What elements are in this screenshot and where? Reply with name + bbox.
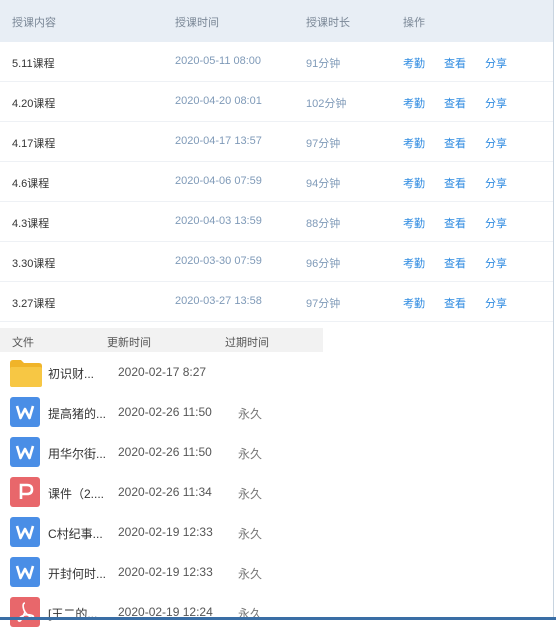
right-divider	[553, 0, 554, 620]
share-button[interactable]: 分享	[485, 215, 507, 231]
header-updated: 更新时间	[107, 337, 151, 349]
view-button[interactable]: 查看	[444, 95, 466, 111]
attendance-button[interactable]: 考勤	[403, 255, 425, 271]
file-name[interactable]: 用华尔街...	[48, 445, 106, 462]
share-button[interactable]: 分享	[485, 135, 507, 151]
pdf-doc-icon	[10, 597, 40, 627]
list-item[interactable]: [王二的... 2020-02-19 12:24 永久	[0, 592, 556, 632]
file-updated: 2020-02-19 12:33	[118, 525, 213, 539]
lesson-name: 4.20课程	[12, 98, 56, 110]
view-button[interactable]: 查看	[444, 295, 466, 311]
lesson-time: 2020-04-03 13:59	[175, 215, 262, 227]
word-doc-icon	[10, 557, 40, 587]
view-button[interactable]: 查看	[444, 175, 466, 191]
lesson-name: 5.11课程	[12, 58, 55, 70]
attendance-button[interactable]: 考勤	[403, 175, 425, 191]
lessons-table: 授课内容 授课时间 授课时长 操作 5.11课程 2020-05-11 08:00…	[0, 0, 553, 322]
table-row: 4.17课程 2020-04-17 13:57 97分钟 考勤 查看 分享	[0, 122, 553, 162]
lesson-duration: 97分钟	[306, 298, 341, 310]
share-button[interactable]: 分享	[485, 55, 507, 71]
header-file: 文件	[12, 337, 34, 349]
lesson-time: 2020-04-06 07:59	[175, 175, 262, 187]
table-row: 3.27课程 2020-03-27 13:58 97分钟 考勤 查看 分享	[0, 282, 553, 322]
attendance-button[interactable]: 考勤	[403, 95, 425, 111]
attendance-button[interactable]: 考勤	[403, 135, 425, 151]
share-button[interactable]: 分享	[485, 295, 507, 311]
file-expires: 永久	[238, 447, 263, 461]
lesson-duration: 97分钟	[306, 138, 341, 150]
share-button[interactable]: 分享	[485, 95, 507, 111]
list-item[interactable]: C村纪事... 2020-02-19 12:33 永久	[0, 512, 556, 552]
word-doc-icon	[10, 437, 40, 467]
files-list: 文件 更新时间 过期时间 初识财... 2020-02-17 8:27 提高猪的..…	[0, 328, 556, 632]
file-updated: 2020-02-17 8:27	[118, 365, 207, 379]
folder-icon	[10, 357, 42, 387]
list-item[interactable]: 课件（2.... 2020-02-26 11:34 永久	[0, 472, 556, 512]
list-item[interactable]: 开封何时... 2020-02-19 12:33 永久	[0, 552, 556, 592]
list-item[interactable]: 提高猪的... 2020-02-26 11:50 永久	[0, 392, 556, 432]
attendance-button[interactable]: 考勤	[403, 215, 425, 231]
lesson-name: 4.6课程	[12, 178, 50, 190]
lesson-time: 2020-04-17 13:57	[175, 135, 262, 147]
share-button[interactable]: 分享	[485, 175, 507, 191]
view-button[interactable]: 查看	[444, 255, 466, 271]
file-updated: 2020-02-26 11:34	[118, 485, 212, 499]
lesson-duration: 96分钟	[306, 258, 341, 270]
lessons-table-body: 5.11课程 2020-05-11 08:00 91分钟 考勤 查看 分享 4.20课程 20…	[0, 42, 553, 322]
lesson-duration: 94分钟	[306, 178, 341, 190]
file-name[interactable]: 开封何时...	[48, 565, 106, 582]
table-row: 4.3课程 2020-04-03 13:59 88分钟 考勤 查看 分享	[0, 202, 553, 242]
file-updated: 2020-02-26 11:50	[118, 405, 212, 419]
lesson-name: 3.27课程	[12, 298, 56, 310]
attendance-button[interactable]: 考勤	[403, 55, 425, 71]
word-doc-icon	[10, 397, 40, 427]
list-item[interactable]: 初识财... 2020-02-17 8:27	[0, 352, 556, 392]
list-item[interactable]: 用华尔街... 2020-02-26 11:50 永久	[0, 432, 556, 472]
lesson-time: 2020-03-30 07:59	[175, 255, 262, 267]
header-duration: 授课时长	[306, 17, 350, 29]
header-content: 授课内容	[12, 17, 56, 29]
file-name[interactable]: 课件（2....	[48, 485, 104, 502]
files-list-header: 文件 更新时间 过期时间	[0, 328, 323, 352]
file-expires: 永久	[238, 567, 263, 581]
table-row: 3.30课程 2020-03-30 07:59 96分钟 考勤 查看 分享	[0, 242, 553, 282]
attendance-button[interactable]: 考勤	[403, 295, 425, 311]
table-row: 4.6课程 2020-04-06 07:59 94分钟 考勤 查看 分享	[0, 162, 553, 202]
word-doc-icon	[10, 517, 40, 547]
view-button[interactable]: 查看	[444, 55, 466, 71]
files-list-body: 初识财... 2020-02-17 8:27 提高猪的... 2020-02-26 1…	[0, 352, 556, 632]
lesson-time: 2020-03-27 13:58	[175, 295, 262, 307]
header-expires: 过期时间	[225, 337, 269, 349]
table-row: 4.20课程 2020-04-20 08:01 102分钟 考勤 查看 分享	[0, 82, 553, 122]
file-updated: 2020-02-26 11:50	[118, 445, 212, 459]
file-name[interactable]: 初识财...	[48, 365, 94, 382]
lesson-duration: 102分钟	[306, 98, 347, 110]
header-actions: 操作	[403, 17, 425, 29]
file-expires: 永久	[238, 487, 263, 501]
lesson-time: 2020-04-20 08:01	[175, 95, 262, 107]
lesson-time: 2020-05-11 08:00	[175, 55, 262, 67]
file-expires: 永久	[238, 527, 263, 541]
file-name[interactable]: 提高猪的...	[48, 405, 106, 422]
lesson-duration: 91分钟	[306, 58, 341, 70]
share-button[interactable]: 分享	[485, 255, 507, 271]
table-row: 5.11课程 2020-05-11 08:00 91分钟 考勤 查看 分享	[0, 42, 553, 82]
view-button[interactable]: 查看	[444, 135, 466, 151]
header-time: 授课时间	[175, 17, 219, 29]
lessons-table-header: 授课内容 授课时间 授课时长 操作	[0, 0, 553, 42]
lesson-name: 3.30课程	[12, 258, 56, 270]
lesson-duration: 88分钟	[306, 218, 341, 230]
file-updated: 2020-02-19 12:33	[118, 565, 213, 579]
lesson-name: 4.17课程	[12, 138, 56, 150]
file-expires: 永久	[238, 407, 263, 421]
view-button[interactable]: 查看	[444, 215, 466, 231]
file-name[interactable]: C村纪事...	[48, 525, 103, 542]
ppt-doc-icon	[10, 477, 40, 507]
lesson-name: 4.3课程	[12, 218, 50, 230]
